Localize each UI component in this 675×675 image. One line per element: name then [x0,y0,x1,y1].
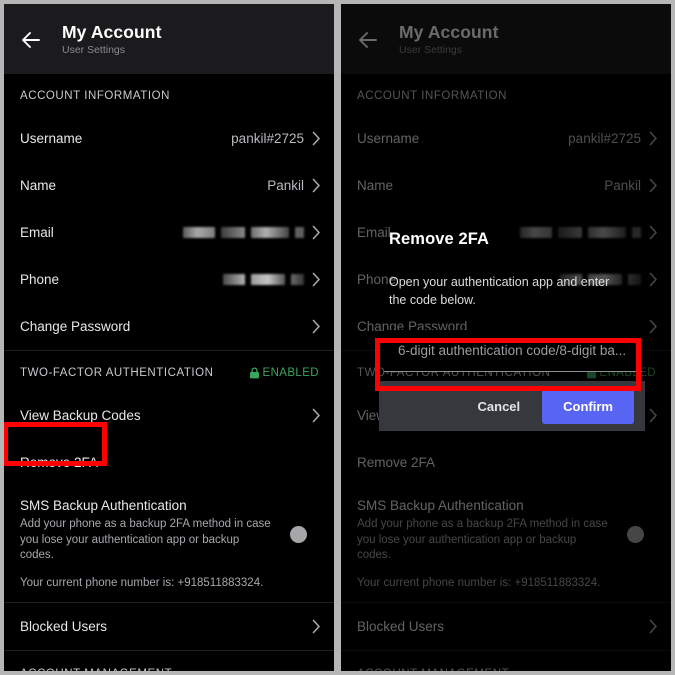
redacted-phone-value [223,274,304,285]
row-view-backup-codes[interactable]: View Backup Codes [4,392,334,439]
row-phone[interactable]: Phone [4,256,334,303]
row-blocked-users[interactable]: Blocked Users [4,603,334,650]
row-email[interactable]: Email [4,209,334,256]
section-account-information: ACCOUNT INFORMATION [20,90,170,102]
row-remove-2fa[interactable]: Remove 2FA [4,439,334,486]
row-value: pankil#2725 [231,131,304,146]
screenshot-stage: My Account User Settings ACCOUNT INFORMA… [0,0,675,675]
header-titles: My Account User Settings [62,22,162,57]
status-badge: ENABLED [249,367,320,379]
page-title: My Account [62,22,162,42]
chevron-right-icon [312,619,321,634]
row-right: pankil#2725 [231,131,321,146]
confirm-button[interactable]: Confirm [542,388,634,424]
auth-code-placeholder: 6-digit authentication code/8-digit ba..… [398,343,627,358]
app-header: My Account User Settings [4,4,334,74]
row-right [223,272,321,287]
cancel-button[interactable]: Cancel [464,390,535,423]
sms-backup-phone-note: Your current phone number is: +918511883… [20,576,264,589]
sms-backup-description: Add your phone as a backup 2FA method in… [20,518,271,561]
dialog-actions: Cancel Confirm [379,381,645,431]
row-right [183,225,321,240]
row-label: View Backup Codes [20,408,141,423]
sms-backup-text: SMS Backup Authentication Add your phone… [20,498,290,589]
sms-backup-authentication[interactable]: SMS Backup Authentication Add your phone… [4,486,334,602]
section-two-factor-label: TWO-FACTOR AUTHENTICATION [20,367,214,379]
chevron-right-icon [312,408,321,423]
row-label: Blocked Users [20,618,108,634]
sms-backup-title: SMS Backup Authentication [20,498,187,513]
row-username[interactable]: Username pankil#2725 [4,115,334,162]
dialog-description: Open your authentication app and enter t… [389,275,610,307]
row-name[interactable]: Name Pankil [4,162,334,209]
left-phone-screen: My Account User Settings ACCOUNT INFORMA… [4,4,334,671]
remove-2fa-dialog: Remove 2FA Open your authentication app … [379,230,647,431]
chevron-right-icon [312,272,321,287]
chevron-right-icon [312,131,321,146]
row-change-password[interactable]: Change Password [4,303,334,350]
settings-list: ACCOUNT INFORMATION Username pankil#2725… [4,74,334,671]
row-label: Change Password [20,319,131,334]
redacted-email-value [183,227,304,238]
sms-backup-toggle[interactable] [290,526,307,543]
lock-icon [249,367,260,379]
auth-code-field-wrap: 6-digit authentication code/8-digit ba..… [384,330,642,372]
row-label: Name [20,178,57,193]
status-badge-label: ENABLED [262,367,319,379]
page-subtitle: User Settings [62,44,126,56]
chevron-right-icon [312,178,321,193]
section-two-factor: TWO-FACTOR AUTHENTICATION ENABLED [4,351,334,392]
auth-code-input[interactable]: 6-digit authentication code/8-digit ba..… [384,330,642,372]
dialog-title: Remove 2FA [389,230,490,248]
arrow-left-icon[interactable] [18,27,44,53]
right-phone-screen: My Account User Settings ACCOUNT INFORMA… [341,4,671,671]
chevron-right-icon [312,319,321,334]
chevron-right-icon [312,225,321,240]
row-value: Pankil [267,178,304,193]
row-label: Phone [20,272,60,287]
row-right: Pankil [267,178,321,193]
section-account-management: ACCOUNT MANAGEMENT [4,651,334,672]
row-label: Username [20,131,83,146]
row-label: Remove 2FA [20,455,99,470]
row-label: Email [20,225,54,240]
